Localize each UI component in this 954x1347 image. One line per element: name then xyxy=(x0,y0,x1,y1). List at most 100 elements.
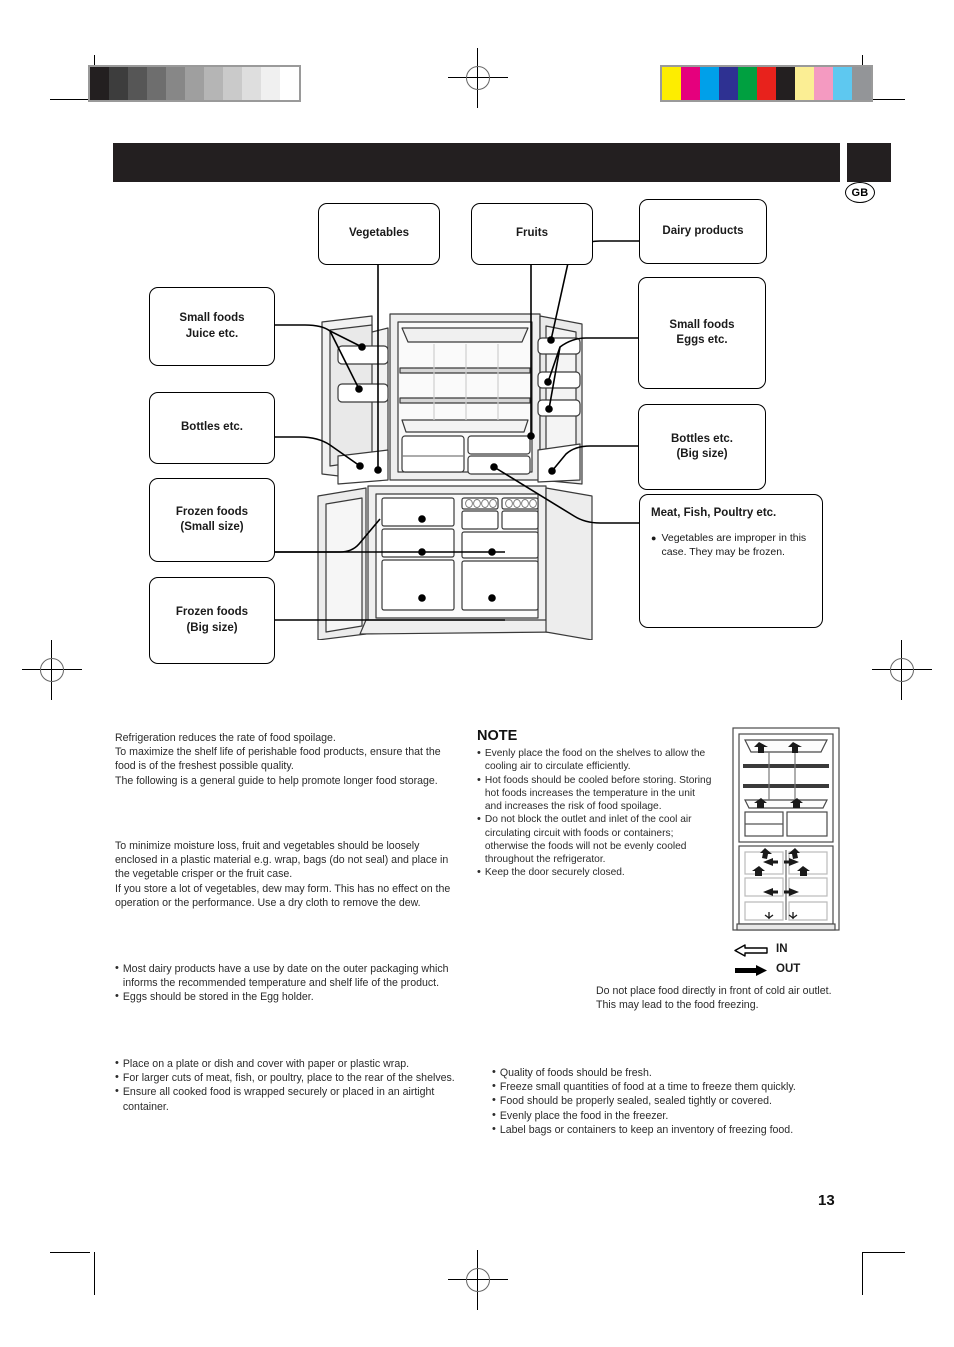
color-bar-swatch xyxy=(719,67,738,100)
step-wedge-swatch xyxy=(128,67,147,100)
list-item: • Evenly place the food in the freezer. xyxy=(492,1109,848,1123)
list-item: • Food should be properly sealed, sealed … xyxy=(492,1094,848,1108)
list-item-text: Quality of foods should be fresh. xyxy=(499,1067,652,1079)
locale-badge-gb: GB xyxy=(845,182,875,203)
list-freezing-tips: • Quality of foods should be fresh. • Free… xyxy=(492,1066,848,1137)
solid-right-arrow-icon xyxy=(735,964,767,976)
list-item: • Evenly place the food on the shelves to… xyxy=(477,747,714,774)
step-wedge-swatch xyxy=(223,67,242,100)
list-meat-storage: • Place on a plate or dish and cover with… xyxy=(115,1057,465,1114)
airflow-legend: IN OUT xyxy=(734,942,800,978)
list-item-text: Evenly place the food on the shelves to … xyxy=(484,748,706,773)
list-item: • Eggs should be stored in the Egg holder… xyxy=(115,990,465,1004)
callout-subtitle: (Big size) xyxy=(186,621,238,634)
crop-mark-bottom-left xyxy=(50,1235,110,1295)
callout-dairy-products: Dairy products xyxy=(639,199,767,264)
section-title-bar xyxy=(113,143,840,182)
list-item: • For larger cuts of meat, fish, or poult… xyxy=(115,1071,465,1085)
crop-mark-bottom-right xyxy=(845,1235,905,1295)
callout-title: Bottles etc. xyxy=(181,421,243,434)
callout-title: Small foods xyxy=(669,318,735,331)
step-wedge-swatch xyxy=(166,67,185,100)
callout-vegetables: Vegetables xyxy=(318,203,440,265)
bullet-icon: • xyxy=(492,1122,496,1135)
note-list: • Evenly place the food on the shelves to… xyxy=(477,747,714,880)
list-item-text: Keep the door securely closed. xyxy=(484,867,625,879)
callout-title: Dairy products xyxy=(662,224,744,237)
callout-small-foods-juice: Small foods Juice etc. xyxy=(149,287,275,366)
bullet-icon: • xyxy=(115,962,119,974)
callout-subtitle: Eggs etc. xyxy=(676,334,728,346)
callout-subtitle: Juice etc. xyxy=(185,327,239,340)
list-item: • Most dairy products have a use by date … xyxy=(115,962,465,990)
list-item: • Place on a plate or dish and cover with… xyxy=(115,1057,465,1071)
list-item-text: Do not block the outlet and inlet of the… xyxy=(484,814,692,865)
list-item: • Freeze small quantities of food at a ti… xyxy=(492,1080,848,1094)
color-control-bar xyxy=(660,65,873,102)
callout-subtitle: (Big size) xyxy=(676,448,728,460)
list-item: • Hot foods should be cooled before stori… xyxy=(477,774,714,814)
list-item-text: Hot foods should be cooled before storin… xyxy=(484,774,712,813)
paragraph-general-storage: Refrigeration reduces the rate of food s… xyxy=(115,731,460,788)
bullet-icon: • xyxy=(492,1094,496,1107)
callout-frozen-foods-small-size: Frozen foods (Small size) xyxy=(149,478,275,562)
note-block: NOTE • Evenly place the food on the shelv… xyxy=(477,728,714,880)
list-item-text: For larger cuts of meat, fish, or poultr… xyxy=(122,1072,455,1085)
bullet-dot-icon: ● xyxy=(651,533,657,544)
callout-small-foods-eggs: Small foods Eggs etc. xyxy=(638,277,766,389)
registration-mark-top-center xyxy=(448,48,508,108)
step-wedge-swatch xyxy=(261,67,280,100)
list-item: • Keep the door securely closed. xyxy=(477,866,714,880)
list-item-text: Place on a plate or dish and cover with … xyxy=(122,1058,410,1070)
bullet-icon: • xyxy=(492,1108,496,1121)
color-bar-swatch xyxy=(757,67,776,100)
list-item-text: Eggs should be stored in the Egg holder. xyxy=(122,991,314,1004)
callout-bullet-text: Vegetables are improper in this case. Th… xyxy=(661,532,807,558)
note-heading: NOTE xyxy=(477,728,518,744)
list-item-text: Label bags or containers to keep an inve… xyxy=(499,1123,794,1136)
registration-mark-bottom-center xyxy=(448,1250,508,1310)
airflow-caption-text: Do not place food directly in front of c… xyxy=(596,985,832,1012)
list-item-text: Evenly place the food in the freezer. xyxy=(499,1109,669,1122)
hollow-left-arrow-icon xyxy=(734,943,768,957)
general-line-2: To maximize the shelf life of perishable… xyxy=(115,746,441,773)
color-bar-swatch xyxy=(681,67,700,100)
color-bar-swatch xyxy=(795,67,814,100)
list-item-text: Food should be properly sealed, sealed t… xyxy=(499,1095,772,1108)
step-wedge-swatch xyxy=(280,67,299,100)
callout-meat-fish-poultry: Meat, Fish, Poultry etc. ● Vegetables ar… xyxy=(639,494,823,628)
paragraph-vegetables-storage: To minimize moisture loss, fruit and veg… xyxy=(115,839,460,910)
color-bar-swatch xyxy=(852,67,871,100)
bullet-icon: • xyxy=(492,1080,496,1093)
list-item: • Do not block the outlet and inlet of th… xyxy=(477,813,714,866)
airflow-diagram-illustration xyxy=(732,727,840,931)
bullet-icon: • xyxy=(115,990,119,1003)
refrigerator-cutaway-illustration xyxy=(317,313,593,640)
color-bar-swatch xyxy=(738,67,757,100)
legend-row-in: IN xyxy=(734,942,800,958)
step-wedge-swatch xyxy=(185,67,204,100)
general-line-1: Refrigeration reduces the rate of food s… xyxy=(115,732,336,744)
callout-title: Frozen foods xyxy=(175,505,249,518)
callout-leader-lines xyxy=(273,240,640,621)
callout-title: Small foods xyxy=(179,312,245,325)
legend-label-out: OUT xyxy=(776,963,801,976)
callout-title: Vegetables xyxy=(348,227,410,240)
callout-frozen-foods-big-size: Frozen foods (Big size) xyxy=(149,577,275,664)
color-bar-swatch xyxy=(662,67,681,100)
color-bar-swatch xyxy=(700,67,719,100)
callout-title: Meat, Fish, Poultry etc. xyxy=(651,507,777,519)
list-item: • Quality of foods should be fresh. xyxy=(492,1066,848,1080)
callout-title: Bottles etc. xyxy=(671,432,733,445)
step-wedge-swatch xyxy=(242,67,261,100)
list-dairy-storage: • Most dairy products have a use by date … xyxy=(115,962,465,1005)
airflow-caption: Do not place food directly in front of c… xyxy=(596,984,846,1012)
bullet-icon: • xyxy=(115,1057,119,1069)
callout-bullet: ● Vegetables are improper in this case. … xyxy=(651,532,812,559)
grayscale-step-wedge xyxy=(88,65,301,102)
general-line-3: The following is a general guide to help… xyxy=(115,774,438,787)
callout-title: Frozen foods xyxy=(175,606,249,619)
bullet-icon: • xyxy=(492,1066,496,1078)
step-wedge-swatch xyxy=(147,67,166,100)
bullet-icon: • xyxy=(477,813,481,826)
